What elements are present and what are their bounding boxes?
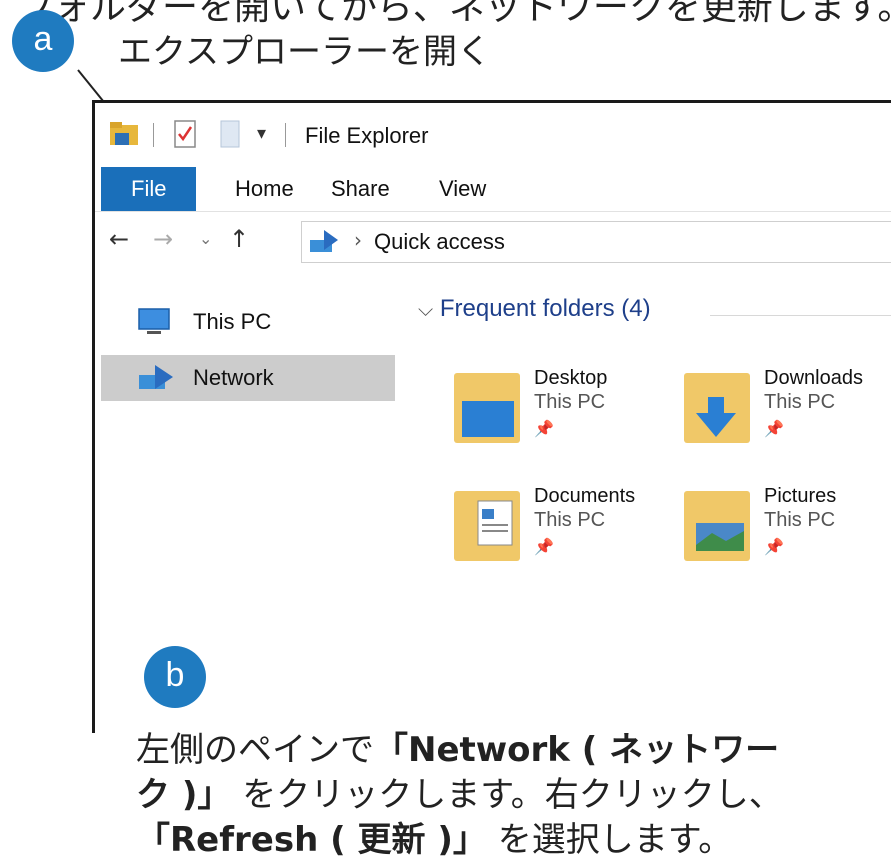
folder-icon[interactable] bbox=[109, 119, 139, 149]
separator bbox=[153, 123, 154, 147]
documents-folder-icon bbox=[454, 491, 520, 561]
file-explorer-window: ▾ File Explorer File Home Share View ← →… bbox=[92, 100, 891, 733]
downloads-folder-icon bbox=[684, 373, 750, 443]
tab-file[interactable]: File bbox=[101, 167, 197, 211]
tab-home[interactable]: Home bbox=[213, 167, 316, 211]
address-bar-row: ← → ⌄ ↑ › Quick access bbox=[95, 213, 891, 269]
folder-tile-desktop[interactable]: Desktop This PC 📌 bbox=[448, 367, 668, 477]
step-b-bold-2: ク )」 bbox=[136, 775, 232, 815]
properties-icon[interactable] bbox=[173, 119, 199, 149]
content-pane: ⌵ Frequent folders (4) Desktop This PC 📌… bbox=[400, 271, 891, 733]
tab-view[interactable]: View bbox=[417, 167, 508, 211]
nav-item-network[interactable]: Network bbox=[101, 355, 395, 401]
folder-location: This PC bbox=[534, 391, 606, 413]
folder-tile-pictures[interactable]: Pictures This PC 📌 bbox=[678, 485, 891, 595]
forward-arrow-icon[interactable]: → bbox=[153, 225, 173, 253]
nav-item-label: This PC bbox=[193, 309, 272, 334]
nav-item-label: Network bbox=[193, 365, 274, 390]
separator bbox=[285, 123, 286, 147]
step-b-bold-1: 「Network ( ネットワー bbox=[374, 730, 780, 770]
folder-location: This PC bbox=[534, 509, 606, 531]
step-b-text-2: をクリックします。右クリックし、 bbox=[242, 775, 783, 815]
step-b-badge: b bbox=[144, 646, 206, 708]
quick-access-network-icon bbox=[310, 230, 338, 252]
navigation-pane: This PC Network bbox=[95, 271, 401, 733]
folder-name: Pictures bbox=[764, 485, 837, 507]
tab-share[interactable]: Share bbox=[309, 167, 412, 211]
title-bar: ▾ File Explorer bbox=[95, 103, 891, 167]
address-text: Quick access bbox=[374, 229, 505, 254]
group-divider bbox=[710, 315, 891, 316]
up-arrow-icon[interactable]: ↑ bbox=[229, 225, 249, 253]
step-b-bold-3: 「Refresh ( 更新 )」 bbox=[136, 820, 487, 860]
folder-tile-documents[interactable]: Documents This PC 📌 bbox=[448, 485, 668, 595]
step-b-instruction: 左側のペインで「Network ( ネットワー ク )」 をクリックします。右ク… bbox=[136, 728, 876, 863]
folder-name: Desktop bbox=[534, 367, 608, 389]
folder-name: Downloads bbox=[764, 367, 863, 389]
network-icon bbox=[139, 365, 173, 389]
step-b-text-1: 左側のペインで bbox=[136, 730, 374, 770]
group-header[interactable]: ⌵ Frequent folders (4) bbox=[418, 295, 651, 323]
breadcrumb-chevron-icon: › bbox=[354, 228, 362, 252]
group-header-label: Frequent folders (4) bbox=[439, 295, 651, 322]
pictures-folder-icon bbox=[684, 491, 750, 561]
window-title: File Explorer bbox=[305, 123, 429, 148]
customize-icon[interactable]: ▾ bbox=[257, 123, 266, 144]
desktop-folder-icon bbox=[454, 373, 520, 443]
pin-icon: 📌 bbox=[764, 537, 784, 556]
folder-location: This PC bbox=[764, 391, 836, 413]
ribbon: File Home Share View bbox=[95, 167, 891, 212]
address-box[interactable]: › Quick access bbox=[301, 221, 891, 263]
back-arrow-icon[interactable]: ← bbox=[109, 225, 129, 253]
pin-icon: 📌 bbox=[534, 419, 554, 438]
pin-icon: 📌 bbox=[764, 419, 784, 438]
folder-location: This PC bbox=[764, 509, 836, 531]
folder-name: Documents bbox=[534, 485, 636, 507]
pin-icon: 📌 bbox=[534, 537, 554, 556]
new-folder-icon[interactable] bbox=[219, 119, 241, 149]
recent-dropdown-icon[interactable]: ⌄ bbox=[199, 229, 212, 248]
step-b-text-3: を選択します。 bbox=[497, 820, 733, 860]
nav-item-this-pc[interactable]: This PC bbox=[101, 299, 395, 345]
computer-icon bbox=[138, 308, 170, 334]
folder-tile-downloads[interactable]: Downloads This PC 📌 bbox=[678, 367, 891, 477]
chevron-down-icon: ⌵ bbox=[418, 299, 434, 321]
